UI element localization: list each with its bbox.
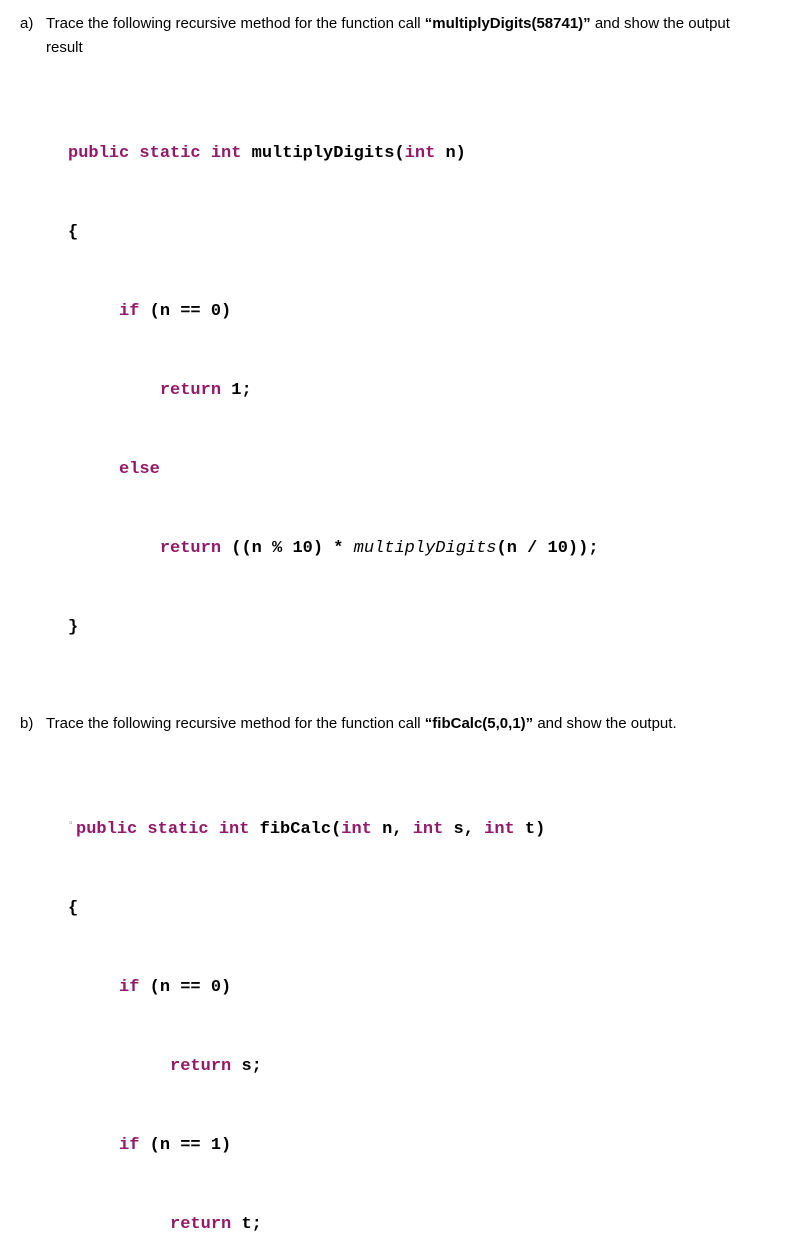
code-block-a: public static int multiplyDigits(int n) … [68,88,770,694]
code-a-ret2: return ((n % 10) * multiplyDigits(n / 10… [68,536,770,562]
code-b-sig: ▫public static int fibCalc(int n, int s,… [68,817,770,843]
question-b-prose: Trace the following recursive method for… [46,712,687,736]
kw-return: return [160,381,221,400]
kw-public-static-int: public static int [68,144,252,163]
prompt-a-call: “multiplyDigits(58741)” [425,15,591,32]
fn-name: fibCalc( [260,820,342,839]
kw-return: return [170,1057,231,1076]
kw-if: if [119,978,139,997]
question-a-text: a) Trace the following recursive method … [20,12,770,60]
kw-if: if [119,302,139,321]
question-a: a) Trace the following recursive method … [20,12,770,694]
code-a-open: { [68,220,770,246]
kw-return: return [170,1215,231,1234]
question-a-label: a) [20,12,46,36]
kw-public-static-int: public static int [76,820,260,839]
code-a-if: if (n == 0) [68,299,770,325]
kw-int: int [341,820,372,839]
ret1-rest: 1; [221,381,252,400]
prompt-b-post: and show the output. [533,715,676,732]
if2-cond: (n == 1) [139,1136,231,1155]
ret1-rest: s; [231,1057,262,1076]
code-a-ret1: return 1; [68,378,770,404]
prompt-a-pre: Trace the following recursive method for… [46,15,425,32]
kw-int: int [484,820,515,839]
kw-int: int [413,820,444,839]
code-b-if2: if (n == 1) [68,1133,770,1159]
code-a-close: } [68,615,770,641]
if-cond: (n == 0) [139,302,231,321]
code-b-ret2: return t; [68,1212,770,1238]
code-block-b: ▫public static int fibCalc(int n, int s,… [68,764,770,1244]
question-b-label: b) [20,712,46,736]
param-rest: n) [435,144,466,163]
code-b-open: { [68,896,770,922]
ret2-pre: ((n % 10) * [221,539,354,558]
kw-int: int [405,144,436,163]
method-marker-icon: ▫ [68,819,74,830]
recursive-call: multiplyDigits [354,539,497,558]
question-b: b) Trace the following recursive method … [20,712,770,1244]
if1-cond: (n == 0) [139,978,231,997]
kw-return: return [160,539,221,558]
kw-if: if [119,1136,139,1155]
code-b-ret1: return s; [68,1054,770,1080]
ret2-rest: t; [231,1215,262,1234]
code-b-if1: if (n == 0) [68,975,770,1001]
fn-name: multiplyDigits( [252,144,405,163]
question-a-prose: Trace the following recursive method for… [46,12,770,60]
p3-rest: t) [515,820,546,839]
prompt-b-pre: Trace the following recursive method for… [46,715,425,732]
question-b-text: b) Trace the following recursive method … [20,712,770,736]
p1-rest: n, [372,820,413,839]
ret2-post: (n / 10)); [497,539,599,558]
prompt-b-call: “fibCalc(5,0,1)” [425,715,533,732]
code-a-else: else [68,457,770,483]
p2-rest: s, [443,820,484,839]
kw-else: else [119,460,160,479]
code-a-sig: public static int multiplyDigits(int n) [68,141,770,167]
